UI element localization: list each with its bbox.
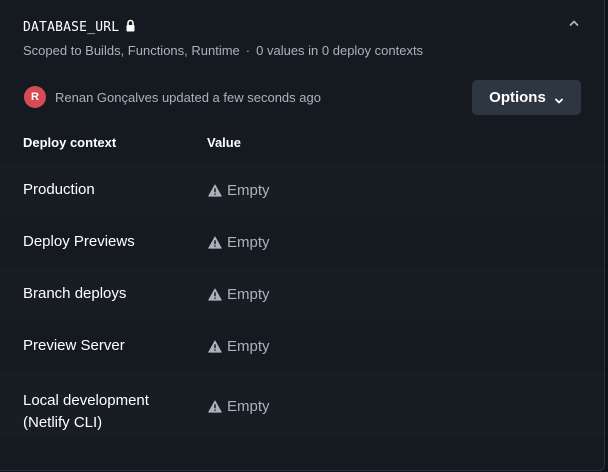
separator-dot: · (245, 43, 251, 58)
value-cell: Empty (208, 283, 270, 305)
deploy-context-cell: Deploy Previews (23, 233, 135, 250)
table-row-deploy-previews: Deploy Previews Empty (0, 216, 604, 268)
table-row-branch-deploys: Branch deploys Empty (0, 268, 604, 320)
warning-icon (208, 339, 222, 353)
table-row-preview-server: Preview Server Empty (0, 320, 604, 372)
chevron-up-icon[interactable] (567, 16, 581, 30)
value-text: Empty (227, 337, 270, 355)
variable-scope-summary: Scoped to Builds, Functions, Runtime · 0 v… (23, 43, 423, 58)
updated-text: Renan Gonçalves updated a few seconds ag… (55, 89, 321, 105)
value-cell: Empty (208, 179, 270, 201)
value-text: Empty (227, 285, 270, 303)
last-updated: R Renan Gonçalves updated a few seconds … (24, 86, 321, 108)
deploy-context-table: Production Empty Deploy Previews Empty B… (0, 164, 604, 436)
deploy-context-cell: Production (23, 181, 95, 198)
value-cell: Empty (208, 395, 270, 417)
avatar: R (24, 86, 46, 108)
warning-icon (208, 235, 222, 249)
warning-icon (208, 399, 222, 413)
variable-title: DATABASE_URL (23, 18, 136, 36)
warning-icon (208, 183, 222, 197)
deploy-context-line-1: Local development (23, 392, 149, 409)
lock-icon (125, 19, 136, 32)
variable-name: DATABASE_URL (23, 19, 120, 35)
chevron-down-icon (554, 93, 564, 103)
environment-variable-panel: DATABASE_URL Scoped to Builds, Functions… (0, 0, 605, 471)
options-button[interactable]: Options (472, 80, 581, 115)
value-cell: Empty (208, 231, 270, 253)
warning-icon (208, 287, 222, 301)
values-summary: 0 values in 0 deploy contexts (256, 43, 424, 58)
options-label: Options (489, 89, 546, 106)
value-text: Empty (227, 233, 270, 251)
deploy-context-cell: Local development (Netlify CLI) (23, 390, 193, 434)
table-header: Deploy context Value (0, 128, 604, 162)
scope-text: Scoped to Builds, Functions, Runtime (23, 43, 240, 58)
value-cell: Empty (208, 335, 270, 357)
column-header-deploy-context: Deploy context (23, 135, 117, 150)
column-header-value: Value (207, 135, 241, 150)
table-row-local-development: Local development (Netlify CLI) Empty (0, 372, 604, 436)
value-text: Empty (227, 397, 270, 415)
deploy-context-cell: Preview Server (23, 337, 125, 354)
table-row-production: Production Empty (0, 164, 604, 216)
deploy-context-cell: Branch deploys (23, 285, 127, 302)
deploy-context-line-2: (Netlify CLI) (23, 414, 103, 431)
value-text: Empty (227, 181, 270, 199)
